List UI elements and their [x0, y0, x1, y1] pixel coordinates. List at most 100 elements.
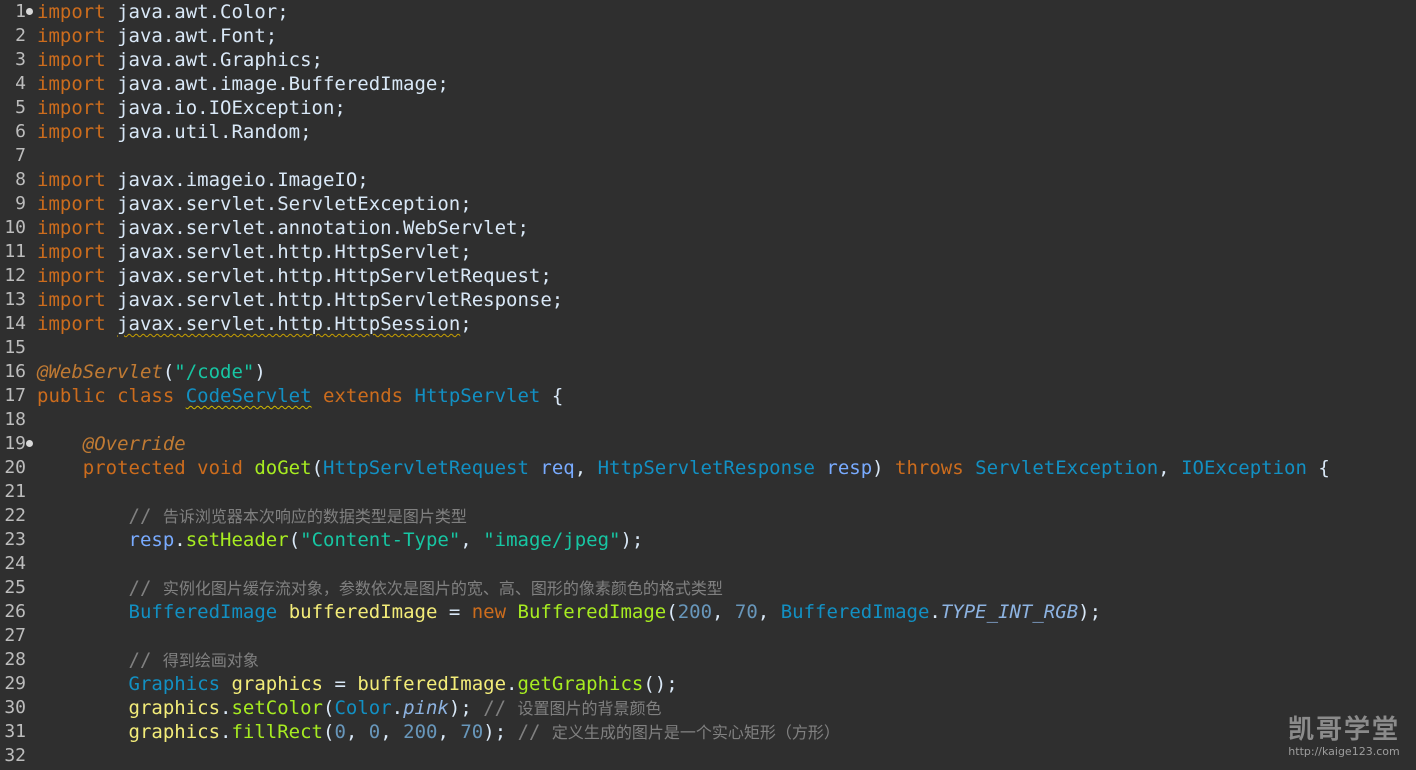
code-token: 定义生成的图片是一个实心矩形（方形） [551, 723, 840, 742]
code-token: { [540, 385, 564, 407]
code-text: // 告诉浏览器本次响应的数据类型是图片类型 [37, 504, 467, 529]
code-line[interactable]: 8 import javax.imageio.ImageIO; [0, 168, 1416, 192]
code-token: import [37, 25, 106, 47]
line-number: 25 [4, 577, 26, 598]
code-line[interactable]: 20 protected void doGet(HttpServletReque… [0, 456, 1416, 480]
code-line[interactable]: 30 graphics.setColor(Color.pink); // 设置图… [0, 696, 1416, 720]
code-line[interactable]: 14 import javax.servlet.http.HttpSession; [0, 312, 1416, 336]
code-token: ; [460, 313, 472, 335]
code-line[interactable]: 1 import java.awt.Color; [0, 0, 1416, 24]
code-token: import [37, 193, 106, 215]
code-token: 实例化图片缓存流对象，参数依次是图片的宽、高、图形的像素颜色的格式类型 [162, 579, 723, 598]
watermark-url: http://kaige123.com [1288, 745, 1400, 758]
code-token: "Content-Type" [300, 529, 461, 551]
code-line[interactable]: 2 import java.awt.Font; [0, 24, 1416, 48]
code-token: , [1158, 457, 1182, 479]
code-token: ); [483, 721, 518, 743]
code-token: , [757, 601, 781, 623]
code-text: import javax.servlet.annotation.WebServl… [37, 216, 529, 240]
code-text: protected void doGet(HttpServletRequest … [37, 456, 1330, 480]
code-line[interactable]: 24 [0, 552, 1416, 576]
code-line[interactable]: 23 resp.setHeader("Content-Type", "image… [0, 528, 1416, 552]
code-line[interactable]: 32 [0, 744, 1416, 768]
code-line[interactable]: 12 import javax.servlet.http.HttpServletR… [0, 264, 1416, 288]
code-line[interactable]: 9 import javax.servlet.ServletException; [0, 192, 1416, 216]
code-line[interactable]: 18 [0, 408, 1416, 432]
watermark: 凯哥学堂 http://kaige123.com [1288, 715, 1400, 758]
code-token: ( [288, 529, 301, 551]
code-token: public class [37, 385, 186, 407]
line-number: 14 [4, 313, 26, 334]
code-token: 设置图片的背景颜色 [517, 699, 662, 718]
line-number: 23 [4, 529, 26, 550]
code-line[interactable]: 15 [0, 336, 1416, 360]
line-number: 29 [4, 673, 26, 694]
code-token: protected void [82, 457, 255, 479]
code-editor[interactable]: 1 import java.awt.Color; 2 import java.awt.… [0, 0, 1416, 770]
code-text: import java.awt.Color; [37, 0, 289, 24]
fold-marker-icon[interactable] [26, 8, 33, 15]
code-token: ) [872, 457, 896, 479]
code-line[interactable]: 27 [0, 624, 1416, 648]
code-token: , [712, 601, 735, 623]
code-token: import [37, 313, 106, 335]
code-token: fillRect [231, 721, 323, 743]
line-number: 4 [15, 73, 26, 94]
line-number: 26 [4, 601, 26, 622]
line-number: 24 [4, 553, 26, 574]
code-token: import [37, 241, 106, 263]
code-line[interactable]: 19 @Override [0, 432, 1416, 456]
code-line[interactable]: 31 graphics.fillRect(0, 0, 200, 70); // … [0, 720, 1416, 744]
code-line[interactable]: 6 import java.util.Random; [0, 120, 1416, 144]
code-text: @Override [37, 432, 186, 456]
line-number: 32 [4, 745, 26, 766]
code-text: import javax.servlet.http.HttpSession; [37, 312, 472, 336]
code-token: (); [643, 673, 678, 695]
code-line[interactable]: 7 [0, 144, 1416, 168]
code-line[interactable]: 11 import javax.servlet.http.HttpServlet; [0, 240, 1416, 264]
code-text: import javax.servlet.http.HttpServlet; [37, 240, 472, 264]
code-token: // [128, 649, 163, 671]
code-line[interactable]: 4 import java.awt.image.BufferedImage; [0, 72, 1416, 96]
code-token: , [345, 721, 369, 743]
code-token: . [174, 529, 186, 551]
code-token: // [483, 697, 518, 719]
code-line[interactable]: 5 import java.io.IOException; [0, 96, 1416, 120]
code-line[interactable]: 13 import javax.servlet.http.HttpServletR… [0, 288, 1416, 312]
code-line[interactable]: 17 public class CodeServlet extends HttpS… [0, 384, 1416, 408]
code-token: ( [323, 697, 335, 719]
code-token: import [37, 1, 106, 23]
code-line[interactable]: 21 [0, 480, 1416, 504]
code-line[interactable]: 25 // 实例化图片缓存流对象，参数依次是图片的宽、高、图形的像素颜色的格式类… [0, 576, 1416, 600]
code-text: @WebServlet("/code") [37, 360, 266, 384]
code-line[interactable]: 22 // 告诉浏览器本次响应的数据类型是图片类型 [0, 504, 1416, 528]
code-line[interactable]: 26 BufferedImage bufferedImage = new Buf… [0, 600, 1416, 624]
code-token: javax.servlet.ServletException; [105, 193, 472, 215]
code-token: BufferedImage [128, 601, 278, 623]
code-line[interactable]: 28 // 得到绘画对象 [0, 648, 1416, 672]
fold-marker-icon[interactable] [26, 440, 33, 447]
code-token: , [574, 457, 598, 479]
code-token: java.awt.Graphics; [105, 49, 323, 71]
code-token: 200 [403, 721, 438, 743]
code-token: bufferedImage [288, 601, 438, 623]
code-line[interactable]: 16 @WebServlet("/code") [0, 360, 1416, 384]
code-token: javax.servlet.http.HttpSession [117, 313, 461, 335]
code-line[interactable]: 29 Graphics graphics = bufferedImage.get… [0, 672, 1416, 696]
watermark-title: 凯哥学堂 [1287, 715, 1400, 745]
code-token: new [471, 601, 507, 623]
code-token: TYPE_INT_RGB [940, 601, 1079, 623]
line-number: 7 [15, 145, 26, 166]
code-line[interactable]: 3 import java.awt.Graphics; [0, 48, 1416, 72]
code-line[interactable]: 10 import javax.servlet.annotation.WebSer… [0, 216, 1416, 240]
